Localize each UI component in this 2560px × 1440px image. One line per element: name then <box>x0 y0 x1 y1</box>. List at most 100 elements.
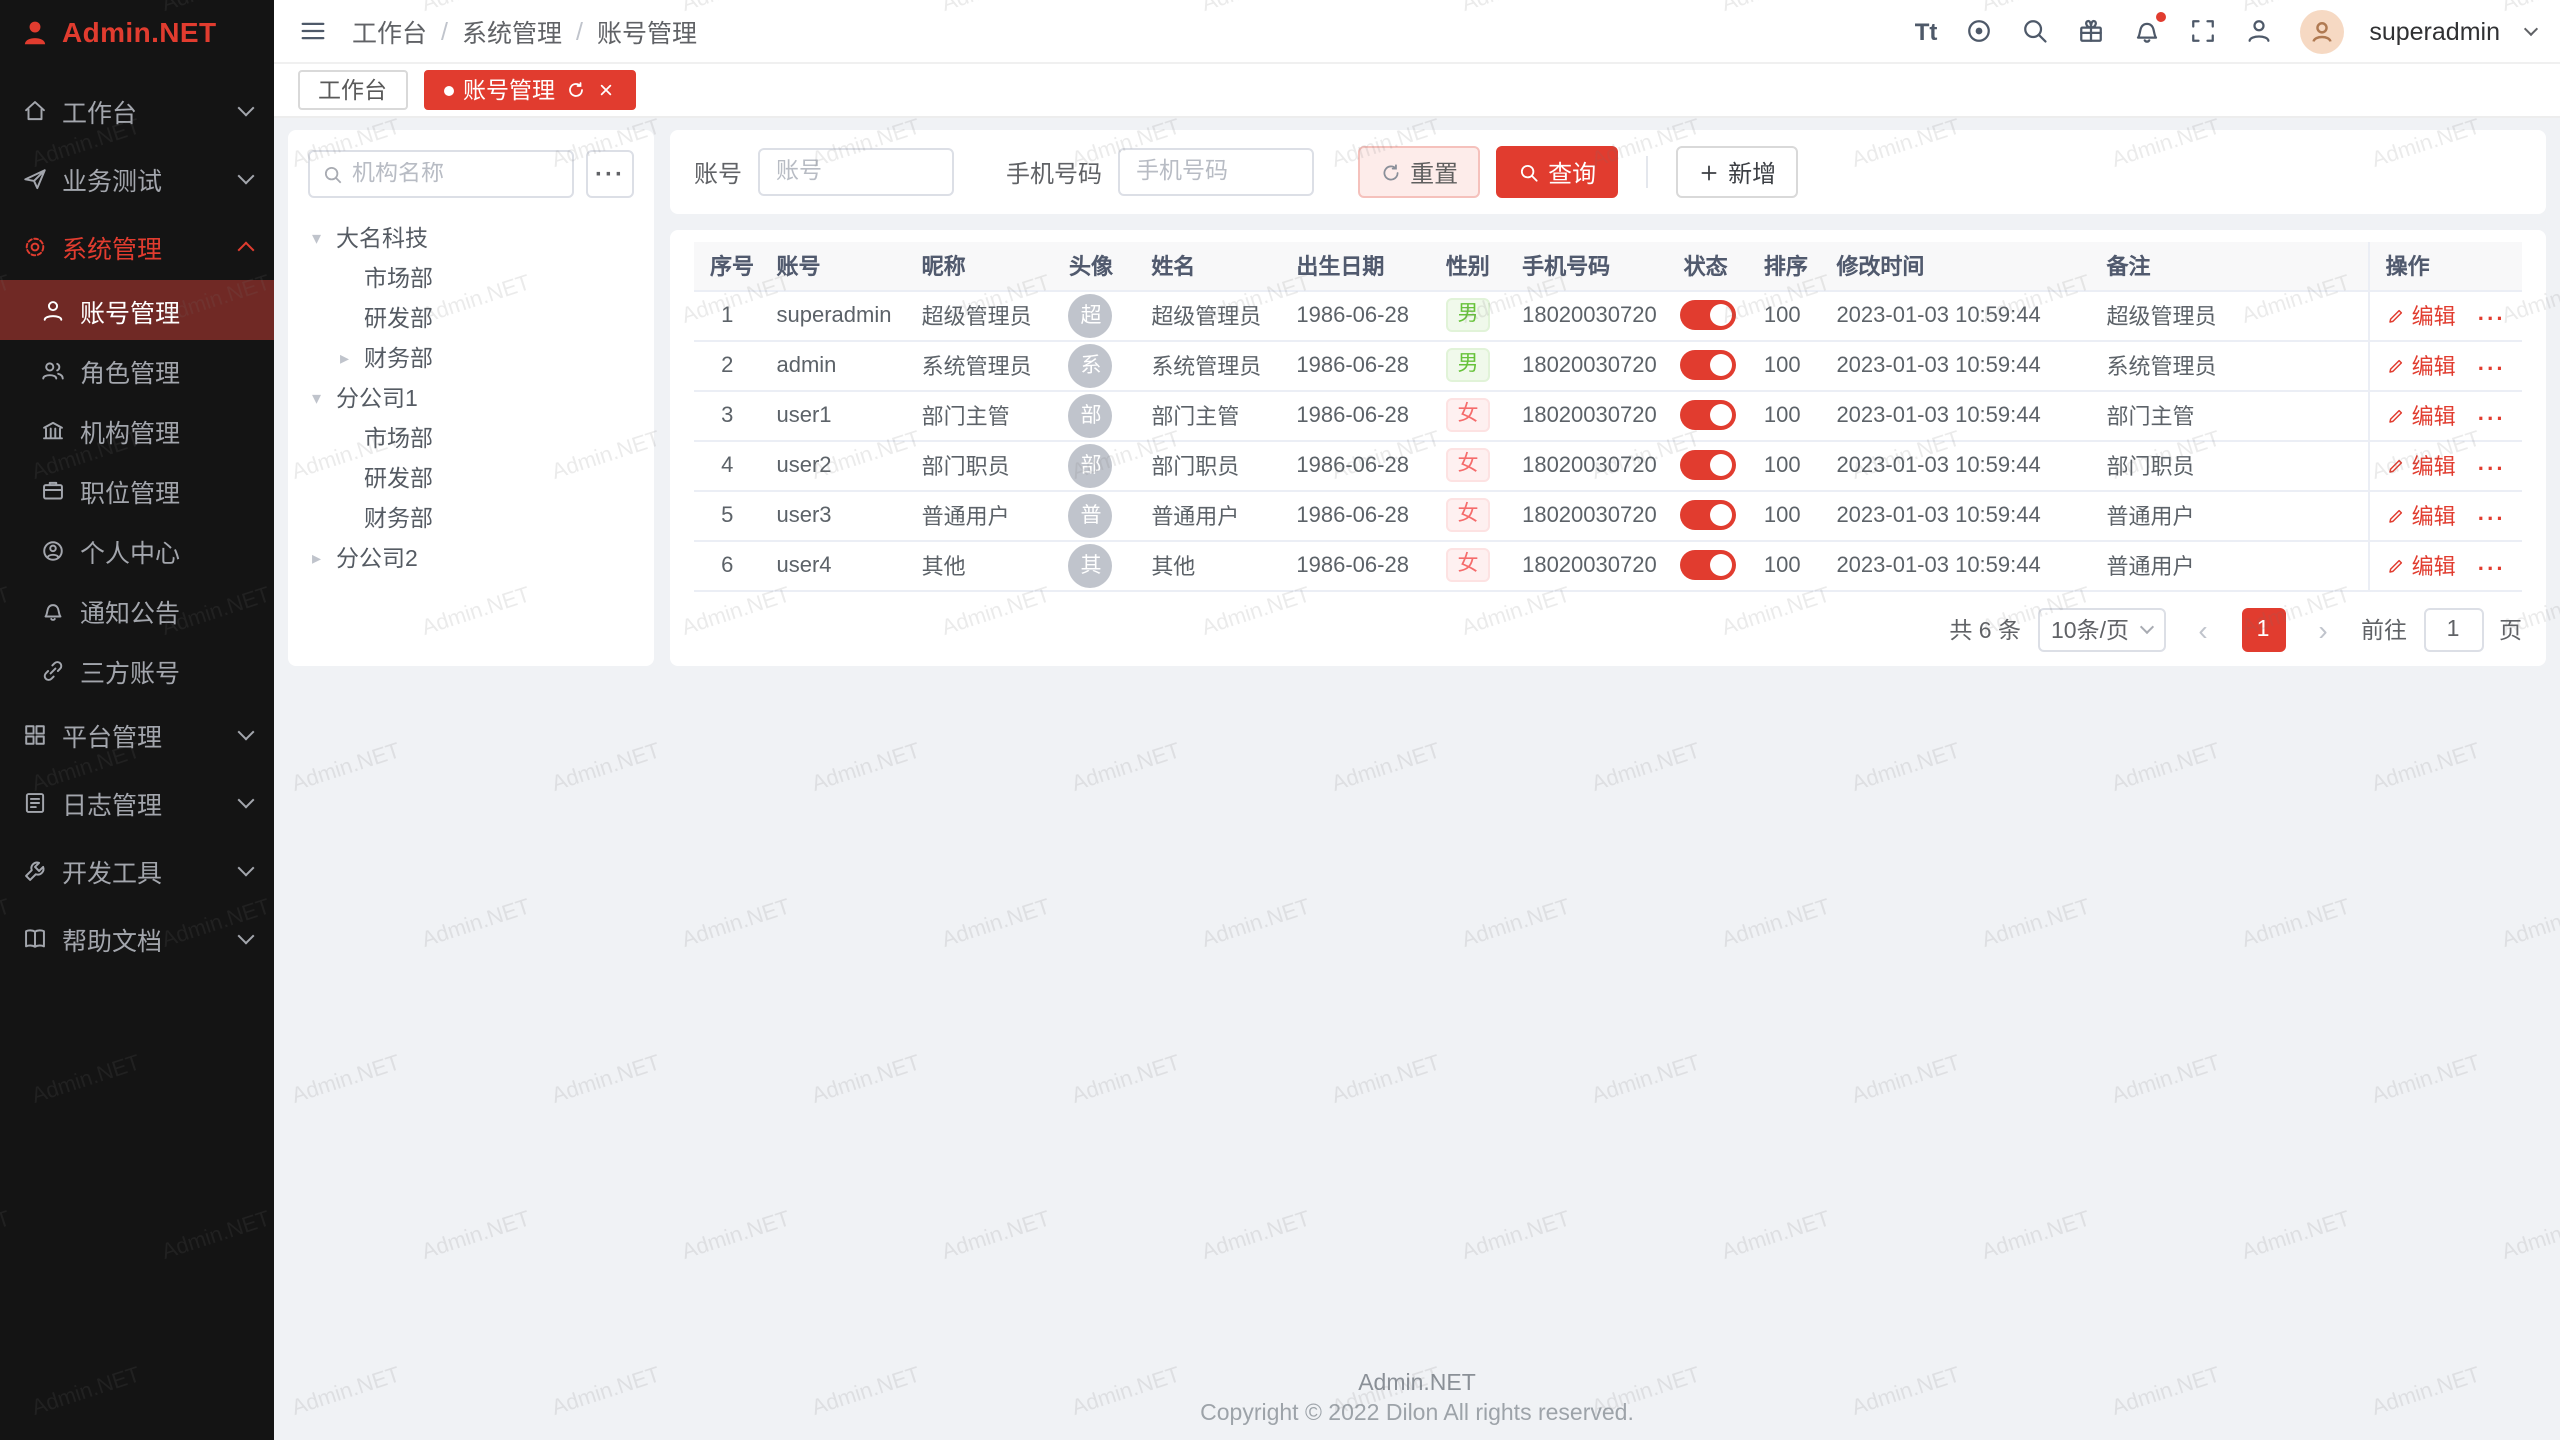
row-more-button[interactable]: ··· <box>2478 357 2506 381</box>
edit-button[interactable]: 编辑 <box>2386 299 2456 331</box>
tree-node[interactable]: 大名科技 <box>308 218 634 258</box>
phone-input[interactable] <box>1118 148 1314 196</box>
table-row: 4 user2 部门职员 部 部门职员 1986-06-28 女 <box>694 440 2522 490</box>
avatar[interactable] <box>2299 9 2343 53</box>
status-toggle[interactable] <box>1679 400 1735 430</box>
tab-workbench[interactable]: 工作台 <box>298 70 407 110</box>
book-icon <box>22 925 48 951</box>
tree-node[interactable]: 研发部 <box>308 298 634 338</box>
pencil-icon <box>2386 455 2406 475</box>
sidebar-item-notices[interactable]: 通知公告 <box>0 580 274 640</box>
edit-button[interactable]: 编辑 <box>2386 399 2456 431</box>
tab-accounts[interactable]: 账号管理 <box>423 70 635 110</box>
cell-gender: 女 <box>1430 540 1507 590</box>
sidebar-item-logs[interactable]: 日志管理 <box>0 768 274 836</box>
sidebar-item-platform[interactable]: 平台管理 <box>0 700 274 768</box>
account-input[interactable] <box>758 148 954 196</box>
font-size-icon[interactable]: Tt <box>1915 17 1938 45</box>
cell-index: 4 <box>694 440 761 490</box>
tree-node-label: 分公司1 <box>336 382 418 414</box>
tree-node[interactable]: 市场部 <box>308 418 634 458</box>
sidebar-item-organizations[interactable]: 机构管理 <box>0 400 274 460</box>
tree-node[interactable]: 财务部 <box>308 338 634 378</box>
page-size-select[interactable]: 10条/页 <box>2037 607 2165 651</box>
tree-caret-icon[interactable] <box>312 227 336 249</box>
current-page[interactable]: 1 <box>2241 607 2285 651</box>
hamburger-icon[interactable] <box>298 16 328 46</box>
reset-button[interactable]: 重置 <box>1358 146 1480 198</box>
edit-button[interactable]: 编辑 <box>2386 499 2456 531</box>
search-button[interactable]: 查询 <box>1496 146 1618 198</box>
edit-button[interactable]: 编辑 <box>2386 549 2456 581</box>
tree-node[interactable]: 分公司1 <box>308 378 634 418</box>
close-icon[interactable] <box>595 80 615 100</box>
add-button[interactable]: 新增 <box>1676 146 1798 198</box>
app-logo[interactable]: Admin.NET <box>0 0 274 64</box>
chevron-down-icon[interactable] <box>2524 21 2538 35</box>
tree-caret-icon[interactable] <box>312 387 336 409</box>
sidebar-item-profile[interactable]: 个人中心 <box>0 520 274 580</box>
row-more-button[interactable]: ··· <box>2478 557 2506 581</box>
row-more-button[interactable]: ··· <box>2478 407 2506 431</box>
chevron-up-icon <box>238 241 255 258</box>
sidebar-item-workbench[interactable]: 工作台 <box>0 76 274 144</box>
status-toggle[interactable] <box>1679 350 1735 380</box>
status-toggle[interactable] <box>1679 300 1735 330</box>
sidebar-item-devtools[interactable]: 开发工具 <box>0 836 274 904</box>
chevron-down-icon <box>2139 619 2153 633</box>
sidebar-item-system[interactable]: 系统管理 <box>0 212 274 280</box>
cell-nickname: 超级管理员 <box>906 290 1047 340</box>
fullscreen-icon[interactable] <box>2187 16 2217 46</box>
status-toggle[interactable] <box>1679 500 1735 530</box>
notification-bell[interactable] <box>2131 16 2161 46</box>
row-avatar: 普 <box>1069 493 1113 537</box>
edit-button[interactable]: 编辑 <box>2386 349 2456 381</box>
org-tree: 大名科技 市场部 研发部 财务部 <box>308 218 634 578</box>
sidebar-item-accounts[interactable]: 账号管理 <box>0 280 274 340</box>
sidebar-item-third-party[interactable]: 三方账号 <box>0 640 274 700</box>
sidebar-item-help[interactable]: 帮助文档 <box>0 904 274 972</box>
status-toggle[interactable] <box>1679 450 1735 480</box>
sidebar-item-business-test[interactable]: 业务测试 <box>0 144 274 212</box>
row-more-button[interactable]: ··· <box>2478 507 2506 531</box>
theme-icon[interactable] <box>1963 16 1993 46</box>
sidebar-item-positions[interactable]: 职位管理 <box>0 460 274 520</box>
tree-node[interactable]: 研发部 <box>308 458 634 498</box>
cell-index: 1 <box>694 290 761 340</box>
org-search-input[interactable] <box>352 162 560 186</box>
role-icon <box>40 357 66 383</box>
refresh-icon[interactable] <box>565 80 585 100</box>
tab-active-dot <box>443 85 453 95</box>
user-icon[interactable] <box>2243 16 2273 46</box>
accounts-table-panel: 序号 账号 昵称 头像 姓名 出生日期 性别 手机号码 状态 排序 修改时间 备… <box>670 230 2546 666</box>
breadcrumb-item[interactable]: 系统管理 <box>462 12 562 50</box>
sidebar-item-roles[interactable]: 角色管理 <box>0 340 274 400</box>
org-tree-panel: ··· 大名科技 市场部 研发部 <box>288 130 654 666</box>
cell-account: user4 <box>761 540 906 590</box>
cell-modified: 2023-01-03 10:59:44 <box>1820 540 2090 590</box>
prev-page-button[interactable]: ‹ <box>2181 607 2225 651</box>
gift-icon[interactable] <box>2075 16 2105 46</box>
tree-node[interactable]: 市场部 <box>308 258 634 298</box>
edit-button[interactable]: 编辑 <box>2386 449 2456 481</box>
edit-button-label: 编辑 <box>2412 499 2456 531</box>
username[interactable]: superadmin <box>2369 17 2500 45</box>
row-more-button[interactable]: ··· <box>2478 307 2506 331</box>
breadcrumb-item[interactable]: 工作台 <box>352 12 427 50</box>
tree-caret-icon[interactable] <box>312 547 336 569</box>
tree-node[interactable]: 分公司2 <box>308 538 634 578</box>
edit-button-label: 编辑 <box>2412 399 2456 431</box>
goto-page-input[interactable] <box>2423 607 2483 651</box>
tree-caret-icon[interactable] <box>340 347 364 369</box>
tree-node[interactable]: 财务部 <box>308 498 634 538</box>
row-more-button[interactable]: ··· <box>2478 457 2506 481</box>
sidebar-item-label: 平台管理 <box>62 715 162 753</box>
status-toggle[interactable] <box>1679 550 1735 580</box>
sidebar-item-label: 职位管理 <box>80 471 180 509</box>
pencil-icon <box>2386 555 2406 575</box>
next-page-button[interactable]: › <box>2301 607 2345 651</box>
org-more-button[interactable]: ··· <box>586 150 634 198</box>
cell-remark: 部门主管 <box>2091 390 2369 440</box>
table-header: 序号 账号 昵称 头像 姓名 出生日期 性别 手机号码 状态 排序 修改时间 备… <box>694 242 2522 290</box>
search-icon[interactable] <box>2019 16 2049 46</box>
